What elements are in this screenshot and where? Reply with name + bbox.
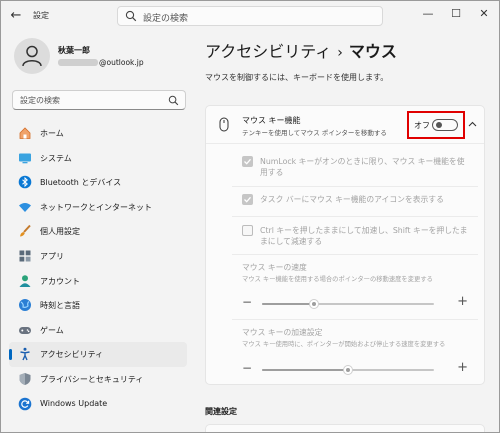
accel-title: マウス キーの加速設定 [242, 328, 323, 337]
toggle-knob [436, 122, 442, 128]
minimize-button[interactable]: — [419, 5, 437, 23]
speed-title: マウス キーの速度 [242, 263, 307, 272]
apps-icon [19, 250, 31, 262]
sidebar-search-placeholder: 設定の検索 [20, 96, 60, 105]
speed-plus-icon: + [457, 294, 468, 309]
mouse-keys-description: テンキーを使用してマウス ポインターを移動する [242, 129, 387, 137]
checkbox-numlock[interactable] [242, 156, 253, 167]
home-icon [19, 127, 31, 139]
title-bar: ← 設定 設定の検索 — ☐ ✕ [1, 1, 499, 31]
breadcrumb-separator: › [337, 45, 343, 61]
person-icon [22, 45, 42, 67]
sidebar-item-gaming[interactable]: ゲーム [9, 318, 187, 343]
mouse-keys-title: マウス キー機能 [242, 116, 301, 125]
sidebar-item-apps[interactable]: アプリ [9, 244, 187, 269]
gamepad-icon [19, 326, 31, 334]
sidebar-search-input[interactable]: 設定の検索 [12, 90, 186, 110]
sidebar-item-bluetooth[interactable]: Bluetooth とデバイス [9, 170, 187, 195]
user-name: 秋葉一郎 [58, 46, 90, 55]
breadcrumb-parent[interactable]: アクセシビリティ [205, 42, 331, 61]
chevron-up-icon[interactable] [468, 121, 477, 127]
accel-plus-icon: + [457, 360, 468, 375]
mouse-keys-header[interactable]: マウス キー機能 テンキーを使用してマウス ポインターを移動する オフ [206, 106, 484, 144]
speed-slider-fill [262, 303, 314, 305]
redacted-email [58, 59, 98, 66]
sidebar-item-time-language[interactable]: 時刻と言語 [9, 293, 187, 318]
divider [232, 216, 478, 217]
bluetooth-icon [18, 175, 32, 189]
sidebar-item-personalization[interactable]: 個人用設定 [9, 219, 187, 244]
sidebar-item-privacy[interactable]: プライバシーとセキュリティ [9, 367, 187, 392]
mouse-keys-toggle[interactable] [432, 119, 458, 131]
title-search-input[interactable]: 設定の検索 [117, 6, 383, 26]
toggle-highlight-frame: オフ [407, 111, 465, 139]
related-settings-card [205, 424, 485, 432]
window-title: 設定 [33, 11, 49, 20]
accel-description: マウス キー使用時に、ポインターが開始および停止する速度を変更する [242, 341, 446, 348]
back-arrow-icon[interactable]: ← [7, 7, 25, 25]
brush-icon [20, 225, 31, 237]
avatar[interactable] [14, 38, 50, 74]
checkbox-ctrl-shift[interactable] [242, 225, 253, 236]
breadcrumb: アクセシビリティ › マウス [205, 38, 397, 62]
sidebar-nav: ホーム システム Bluetooth とデバイス ネットワークとインターネット … [9, 121, 187, 416]
sidebar-item-accounts[interactable]: アカウント [9, 269, 187, 294]
accel-slider-row: − + [242, 360, 468, 376]
search-icon [125, 10, 137, 22]
person-icon [19, 274, 31, 287]
accessibility-icon [20, 348, 30, 361]
active-indicator [9, 349, 12, 361]
maximize-button[interactable]: ☐ [447, 5, 465, 23]
page-description: マウスを制御するには、キーボードを使用します。 [205, 73, 389, 82]
page-title: マウス [348, 42, 397, 61]
accel-slider-thumb[interactable] [343, 365, 353, 375]
sidebar-item-network[interactable]: ネットワークとインターネット [9, 195, 187, 220]
speed-slider-row: − + [242, 294, 468, 310]
accel-slider-fill [262, 369, 348, 371]
mouse-icon [219, 117, 229, 132]
checkmark-icon [244, 196, 251, 203]
speed-slider-thumb[interactable] [308, 299, 319, 309]
speed-description: マウス キー機能を使用する場合のポインターの移動速度を変更する [242, 276, 433, 283]
update-icon [18, 397, 32, 410]
toggle-state-label: オフ [414, 121, 430, 130]
monitor-icon [19, 153, 31, 163]
divider [232, 319, 478, 320]
sidebar-item-home[interactable]: ホーム [9, 121, 187, 146]
search-icon [168, 95, 179, 106]
accel-minus-icon: − [242, 361, 253, 375]
shield-icon [19, 372, 31, 385]
wifi-icon [19, 202, 31, 212]
checkbox-taskbar-icon[interactable] [242, 194, 253, 205]
mouse-keys-card: マウス キー機能 テンキーを使用してマウス ポインターを移動する オフ NumL… [205, 105, 485, 385]
title-search-placeholder: 設定の検索 [143, 14, 189, 24]
related-settings-title: 関連設定 [205, 407, 237, 416]
checkmark-icon [244, 158, 251, 165]
close-button[interactable]: ✕ [475, 5, 493, 23]
speed-slider[interactable] [262, 299, 434, 309]
globe-icon [19, 299, 31, 312]
speed-minus-icon: − [242, 295, 253, 309]
sidebar-item-windows-update[interactable]: Windows Update [9, 392, 187, 417]
divider [232, 254, 478, 255]
divider [232, 186, 478, 187]
settings-window: ← 設定 設定の検索 — ☐ ✕ 秋葉一郎 @outlook.jp 設定の検索 … [0, 0, 500, 433]
user-email: @outlook.jp [58, 58, 144, 67]
sidebar-item-accessibility[interactable]: アクセシビリティ [9, 342, 187, 367]
accel-slider[interactable] [262, 365, 434, 375]
sidebar-item-system[interactable]: システム [9, 146, 187, 171]
